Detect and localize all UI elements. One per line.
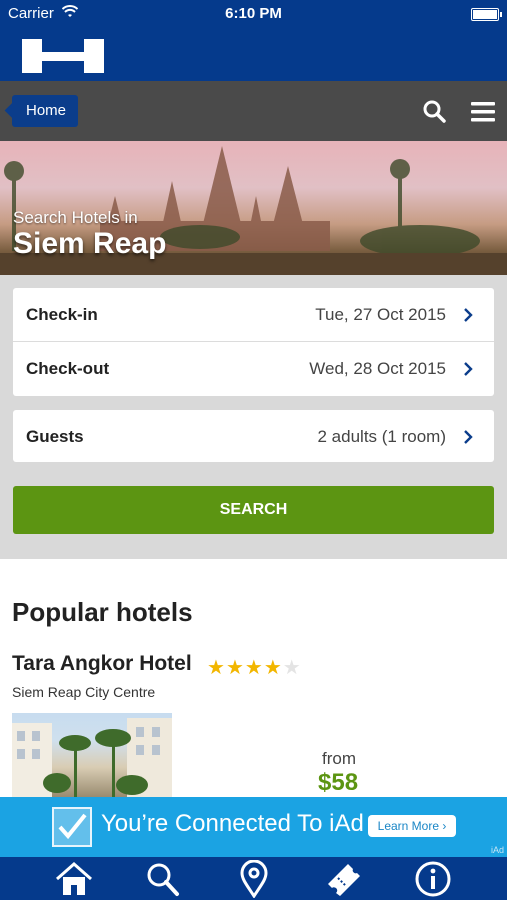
search-icon[interactable] (143, 860, 183, 898)
navigation-bar: Home (0, 81, 507, 141)
guests-card: Guests 2 adults (1 room) (13, 410, 494, 462)
booking-form: Check-in Tue, 27 Oct 2015 Check-out Wed,… (0, 275, 507, 559)
guests-row[interactable]: Guests 2 adults (1 room) (13, 410, 494, 462)
checkout-label: Check-out (26, 359, 110, 378)
iad-tag: iAd (490, 845, 504, 855)
chevron-right-icon (461, 307, 475, 323)
star-icon: ★ (244, 657, 264, 679)
star-icon: ★ (263, 657, 283, 679)
hotels-logo-icon (22, 39, 104, 73)
hotel-area: Siem Reap City Centre (12, 684, 156, 700)
hamburger-menu-icon[interactable] (470, 99, 496, 125)
checkin-value: Tue, 27 Oct 2015 (315, 305, 446, 324)
hotel-price: $58 (318, 769, 359, 796)
chevron-right-icon (461, 429, 475, 445)
tab-bar (0, 857, 507, 900)
star-icon: ★ (207, 657, 226, 679)
battery-icon (471, 8, 502, 21)
hero-city: Siem Reap (13, 227, 167, 260)
checkmark-icon (52, 807, 92, 847)
status-bar: Carrier 6:10 PM (0, 0, 507, 28)
hotel-star-rating: ★★★★★ (207, 655, 302, 680)
hero-subtitle: Search Hotels in (13, 208, 138, 227)
star-icon: ★ (225, 657, 245, 679)
checkout-value: Wed, 28 Oct 2015 (309, 359, 446, 378)
hero-banner: Search Hotels in Siem Reap (0, 141, 507, 275)
home-button[interactable]: Home (12, 95, 79, 127)
iad-message: You’re Connected To iAd (101, 810, 364, 837)
home-button-label: Home (26, 102, 67, 119)
checkin-label: Check-in (26, 305, 98, 324)
location-pin-icon[interactable] (234, 859, 274, 899)
guests-label: Guests (26, 427, 84, 446)
chevron-right-icon (461, 361, 475, 377)
ticket-icon[interactable] (324, 860, 364, 898)
checkout-row[interactable]: Check-out Wed, 28 Oct 2015 (13, 342, 494, 395)
price-from-label: from (322, 749, 356, 768)
date-card: Check-in Tue, 27 Oct 2015 Check-out Wed,… (13, 288, 494, 396)
brand-bar (0, 28, 507, 81)
learn-more-button[interactable]: Learn More › (368, 815, 456, 837)
star-empty-icon: ★ (282, 657, 302, 679)
hotel-thumbnail[interactable] (12, 713, 172, 803)
status-time: 6:10 PM (225, 5, 282, 22)
search-button[interactable]: SEARCH (13, 486, 494, 534)
popular-hotels-heading: Popular hotels (12, 597, 193, 627)
hotel-name-link[interactable]: Tara Angkor Hotel (12, 652, 192, 676)
guests-value: 2 adults (1 room) (317, 427, 447, 446)
checkin-row[interactable]: Check-in Tue, 27 Oct 2015 (13, 288, 494, 342)
home-icon[interactable] (54, 860, 94, 898)
search-icon[interactable] (422, 99, 448, 125)
info-icon[interactable] (413, 860, 453, 898)
iad-banner[interactable]: You’re Connected To iAd Learn More › iAd (0, 797, 507, 857)
